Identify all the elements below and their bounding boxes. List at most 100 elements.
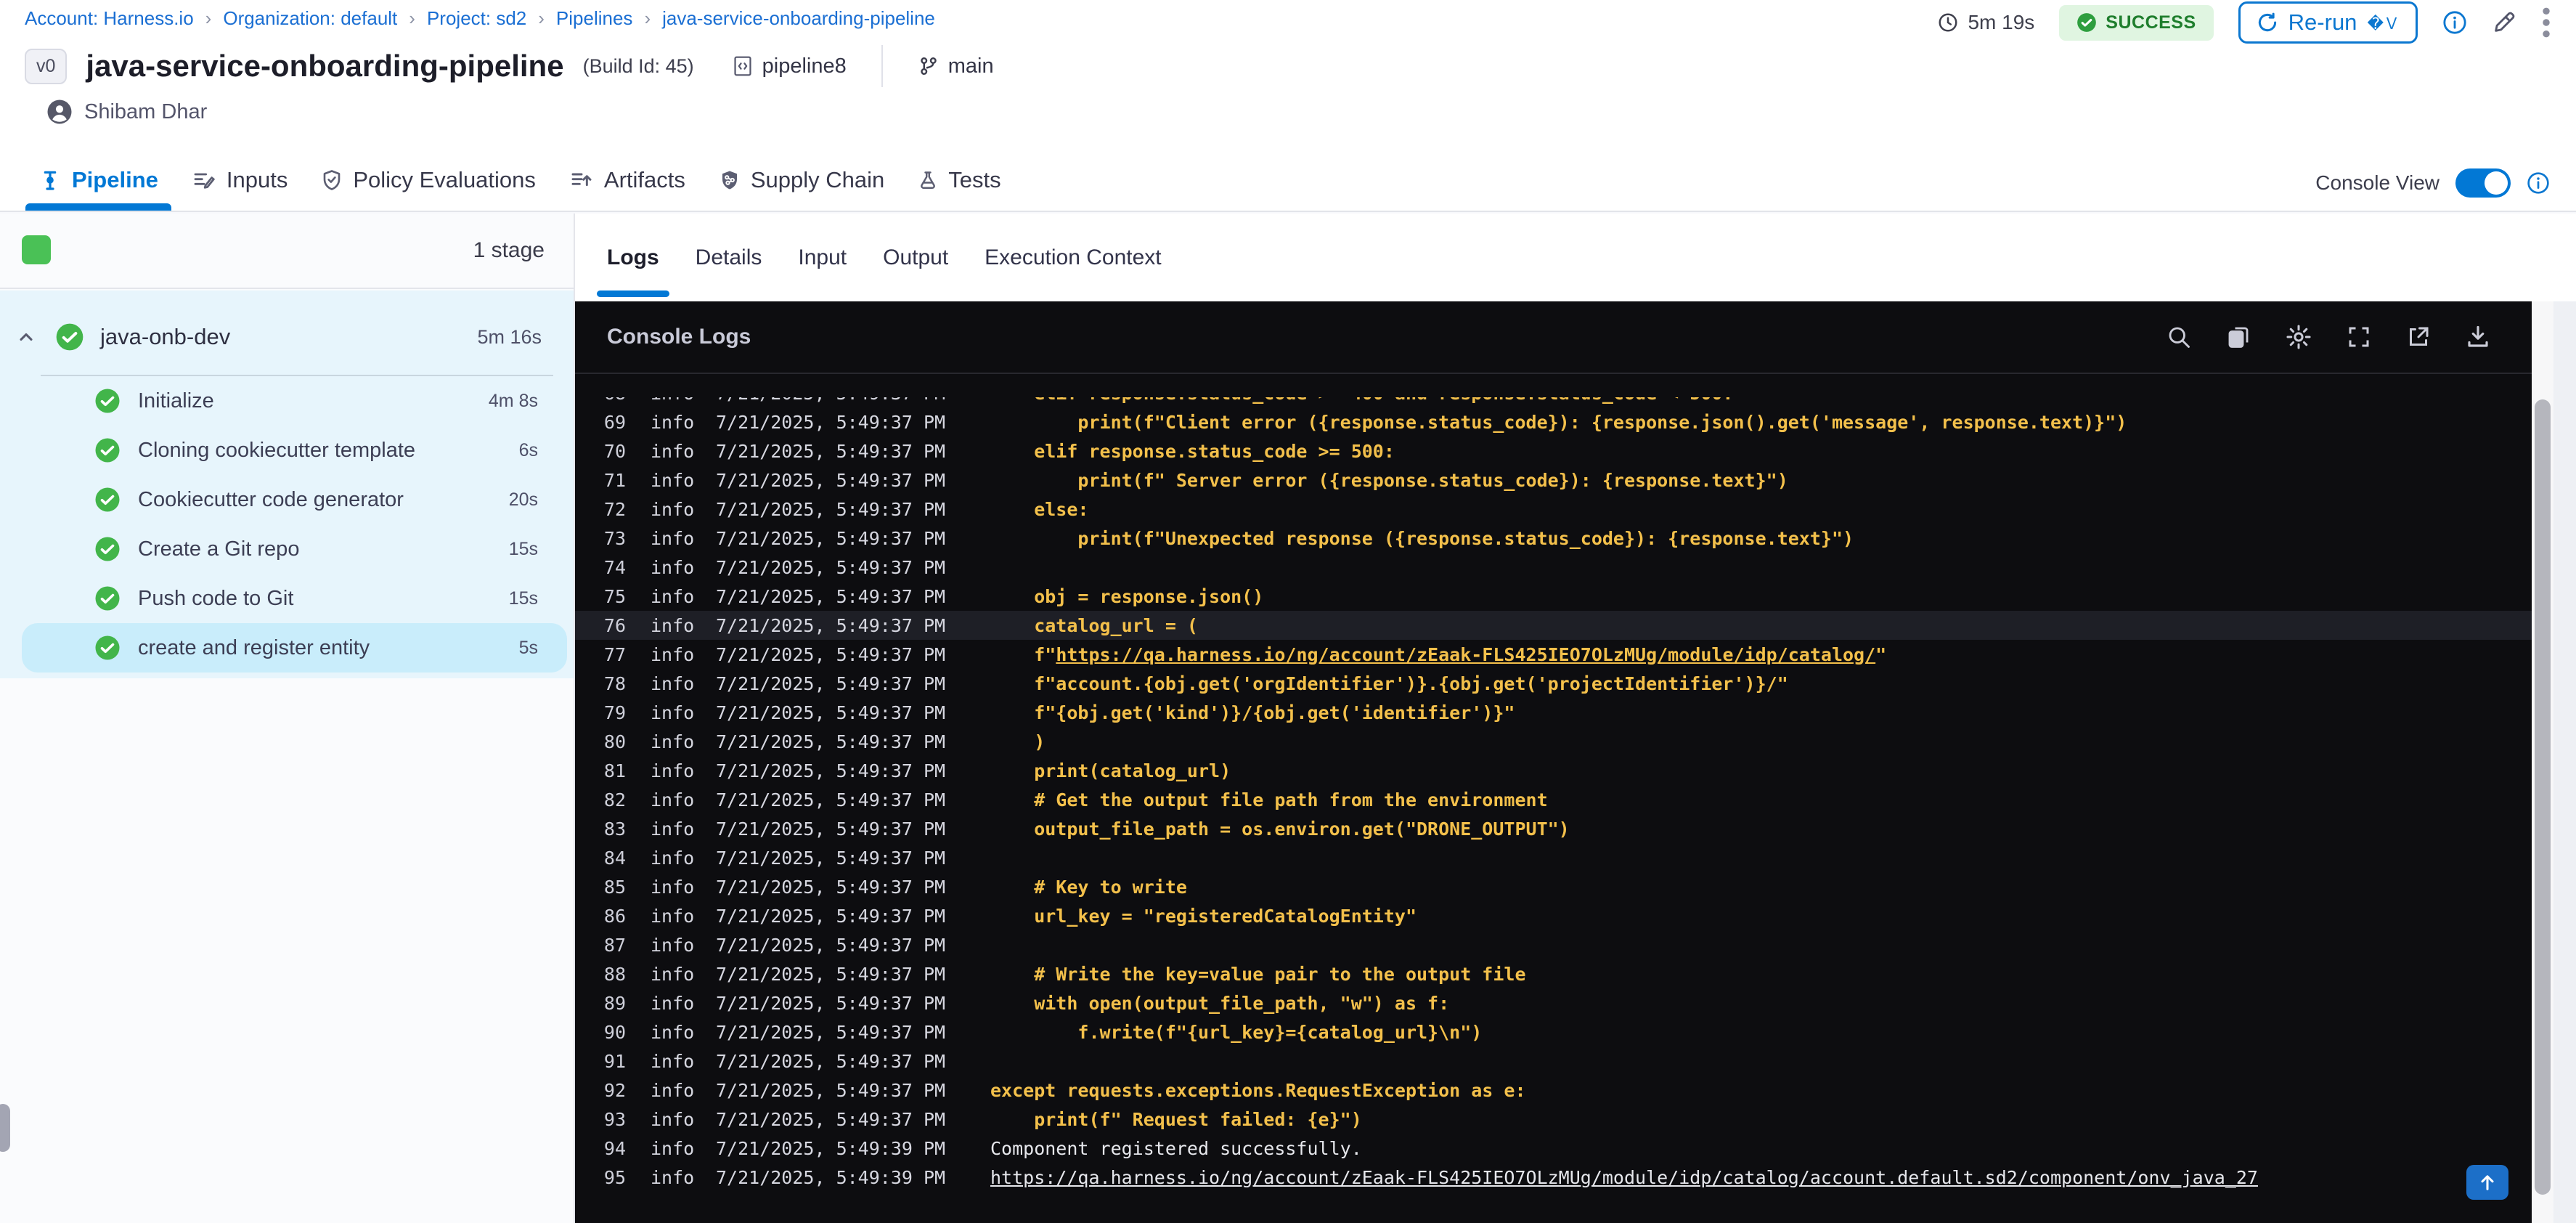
breadcrumb-item[interactable]: java-service-onboarding-pipeline — [662, 7, 935, 30]
log-message: print(f" Request failed: {e}") — [990, 1109, 1362, 1130]
stage-row[interactable]: java-onb-dev 5m 16s — [0, 305, 574, 369]
log-text: elif response.status_code >= 400 and res… — [990, 397, 1733, 404]
tab-label: Tests — [948, 167, 1001, 192]
pipeline-tag[interactable]: pipeline8 — [732, 54, 847, 78]
log-link[interactable]: https://qa.harness.io/ng/account/zEaak-F… — [1056, 644, 1875, 665]
log-timestamp: 7/21/2025, 5:49:37 PM — [716, 440, 946, 462]
version-badge: v0 — [25, 48, 68, 84]
settings-icon[interactable] — [2285, 323, 2312, 351]
step-row[interactable]: Push code to Git 15s — [22, 574, 567, 623]
step-name: Create a Git repo — [138, 537, 300, 561]
log-viewport[interactable]: 68 info 7/21/2025, 5:49:37 PM elif respons… — [575, 397, 2532, 1223]
log-text: print(f"Client error ({response.status_c… — [990, 411, 2127, 433]
step-row[interactable]: Initialize 4m 8s — [22, 376, 567, 426]
kebab-menu-icon[interactable] — [2541, 7, 2551, 38]
git-branch-icon — [918, 55, 939, 77]
title-row: v0 java-service-onboarding-pipeline (Bui… — [25, 45, 994, 87]
log-level: info — [651, 673, 695, 694]
log-level: info — [651, 1166, 695, 1188]
edit-pencil-icon[interactable] — [2492, 10, 2516, 35]
breadcrumb-item[interactable]: Pipelines — [556, 7, 633, 30]
log-message: elif response.status_code >= 400 and res… — [990, 397, 1733, 404]
chevron-up-icon[interactable] — [16, 327, 36, 347]
fullscreen-icon[interactable] — [2346, 324, 2372, 350]
download-icon[interactable] — [2465, 324, 2491, 350]
log-message: # Write the key=value pair to the output… — [990, 964, 1525, 985]
search-icon[interactable] — [2166, 324, 2192, 350]
log-timestamp: 7/21/2025, 5:49:37 PM — [716, 876, 946, 898]
log-text: " — [1875, 643, 1887, 665]
log-line-number: 71 — [603, 469, 626, 491]
rerun-button[interactable]: Re-run �Ｖ — [2238, 1, 2418, 44]
branch-chip[interactable]: main — [918, 54, 994, 78]
log-link[interactable]: https://qa.harness.io/ng/account/zEaak-F… — [990, 1167, 2258, 1188]
console-view-toggle[interactable] — [2455, 168, 2511, 198]
step-name: Initialize — [138, 389, 214, 413]
tab-tests[interactable]: Tests — [918, 150, 1001, 211]
execution-duration: 5m 19s — [1937, 11, 2034, 34]
author-name: Shibam Dhar — [84, 99, 208, 123]
log-timestamp: 7/21/2025, 5:49:37 PM — [716, 1108, 946, 1130]
tab-input[interactable]: Input — [798, 214, 847, 301]
log-level: info — [651, 963, 695, 985]
log-level: info — [651, 556, 695, 578]
tab-artifacts[interactable]: Artifacts — [569, 150, 685, 211]
log-line-number: 76 — [603, 614, 626, 636]
log-message: ) — [990, 731, 1045, 752]
log-rows: 68 info 7/21/2025, 5:49:37 PM elif respons… — [575, 397, 2532, 1192]
tab-pipeline[interactable]: Pipeline — [25, 150, 171, 211]
log-line: 70 info 7/21/2025, 5:49:37 PM elif respons… — [575, 436, 2532, 466]
step-row[interactable]: Cookiecutter code generator 20s — [22, 475, 567, 524]
tab-execution-context[interactable]: Execution Context — [985, 214, 1161, 301]
pipeline-icon — [38, 168, 62, 192]
step-row[interactable]: create and register entity 5s — [22, 623, 567, 673]
tab-policy-evaluations[interactable]: Policy Evaluations — [321, 150, 536, 211]
build-id: (Build Id: 45) — [582, 54, 694, 77]
tab-output[interactable]: Output — [883, 214, 948, 301]
console-toolbar — [2166, 323, 2491, 351]
step-row[interactable]: Create a Git repo 15s — [22, 524, 567, 574]
step-row[interactable]: Cloning cookiecutter template 6s — [22, 426, 567, 475]
log-message: print(catalog_url) — [990, 760, 1231, 781]
log-level: info — [651, 585, 695, 607]
log-line-number: 89 — [603, 992, 626, 1014]
breadcrumb-separator-icon: › — [409, 7, 415, 29]
log-message: f.write(f"{url_key}={catalog_url}\n") — [990, 1022, 1482, 1043]
panel-resize-handle[interactable] — [0, 1104, 10, 1152]
log-message: url_key = "registeredCatalogEntity" — [990, 906, 1417, 927]
log-message: except requests.exceptions.RequestExcept… — [990, 1080, 1526, 1101]
scroll-to-top-button[interactable] — [2466, 1165, 2508, 1200]
breadcrumb-item[interactable]: Account: Harness.io — [25, 7, 194, 30]
tab-logs[interactable]: Logs — [597, 214, 669, 301]
log-message: # Get the output file path from the envi… — [990, 789, 1547, 810]
log-level: info — [651, 731, 695, 752]
inputs-icon — [192, 168, 216, 192]
copy-icon[interactable] — [2225, 324, 2251, 350]
breadcrumb-item[interactable]: Project: sd2 — [427, 7, 526, 30]
console-logs-header: Console Logs — [575, 301, 2532, 374]
log-line-number: 84 — [603, 847, 626, 869]
tab-supply-chain[interactable]: Supply Chain — [719, 150, 884, 211]
console-scrollbar[interactable] — [2532, 301, 2553, 1223]
log-timestamp: 7/21/2025, 5:49:37 PM — [716, 847, 946, 869]
log-text: f.write(f"{url_key}={catalog_url}\n") — [990, 1021, 1483, 1043]
info-icon[interactable] — [2527, 171, 2550, 195]
log-line: 93 info 7/21/2025, 5:49:37 PM print(f" Req… — [575, 1105, 2532, 1134]
open-in-new-icon[interactable] — [2405, 324, 2432, 350]
pipeline-tag-label: pipeline8 — [762, 54, 847, 78]
tab-inputs[interactable]: Inputs — [192, 150, 288, 211]
log-line-number: 81 — [603, 760, 626, 781]
step-duration: 15s — [508, 588, 538, 609]
log-level: info — [651, 847, 695, 869]
breadcrumb-separator-icon: › — [538, 7, 545, 29]
info-icon[interactable] — [2442, 10, 2467, 35]
tab-details[interactable]: Details — [696, 214, 762, 301]
log-message: https://qa.harness.io/ng/account/zEaak-F… — [990, 1167, 2258, 1188]
step-duration: 15s — [508, 538, 538, 559]
tab-label: Inputs — [226, 167, 288, 192]
log-timestamp: 7/21/2025, 5:49:37 PM — [716, 789, 946, 810]
scrollbar-thumb[interactable] — [2535, 399, 2551, 1195]
log-text: ) — [990, 731, 1046, 752]
tab-label: Policy Evaluations — [353, 167, 536, 192]
breadcrumb-item[interactable]: Organization: default — [223, 7, 397, 30]
